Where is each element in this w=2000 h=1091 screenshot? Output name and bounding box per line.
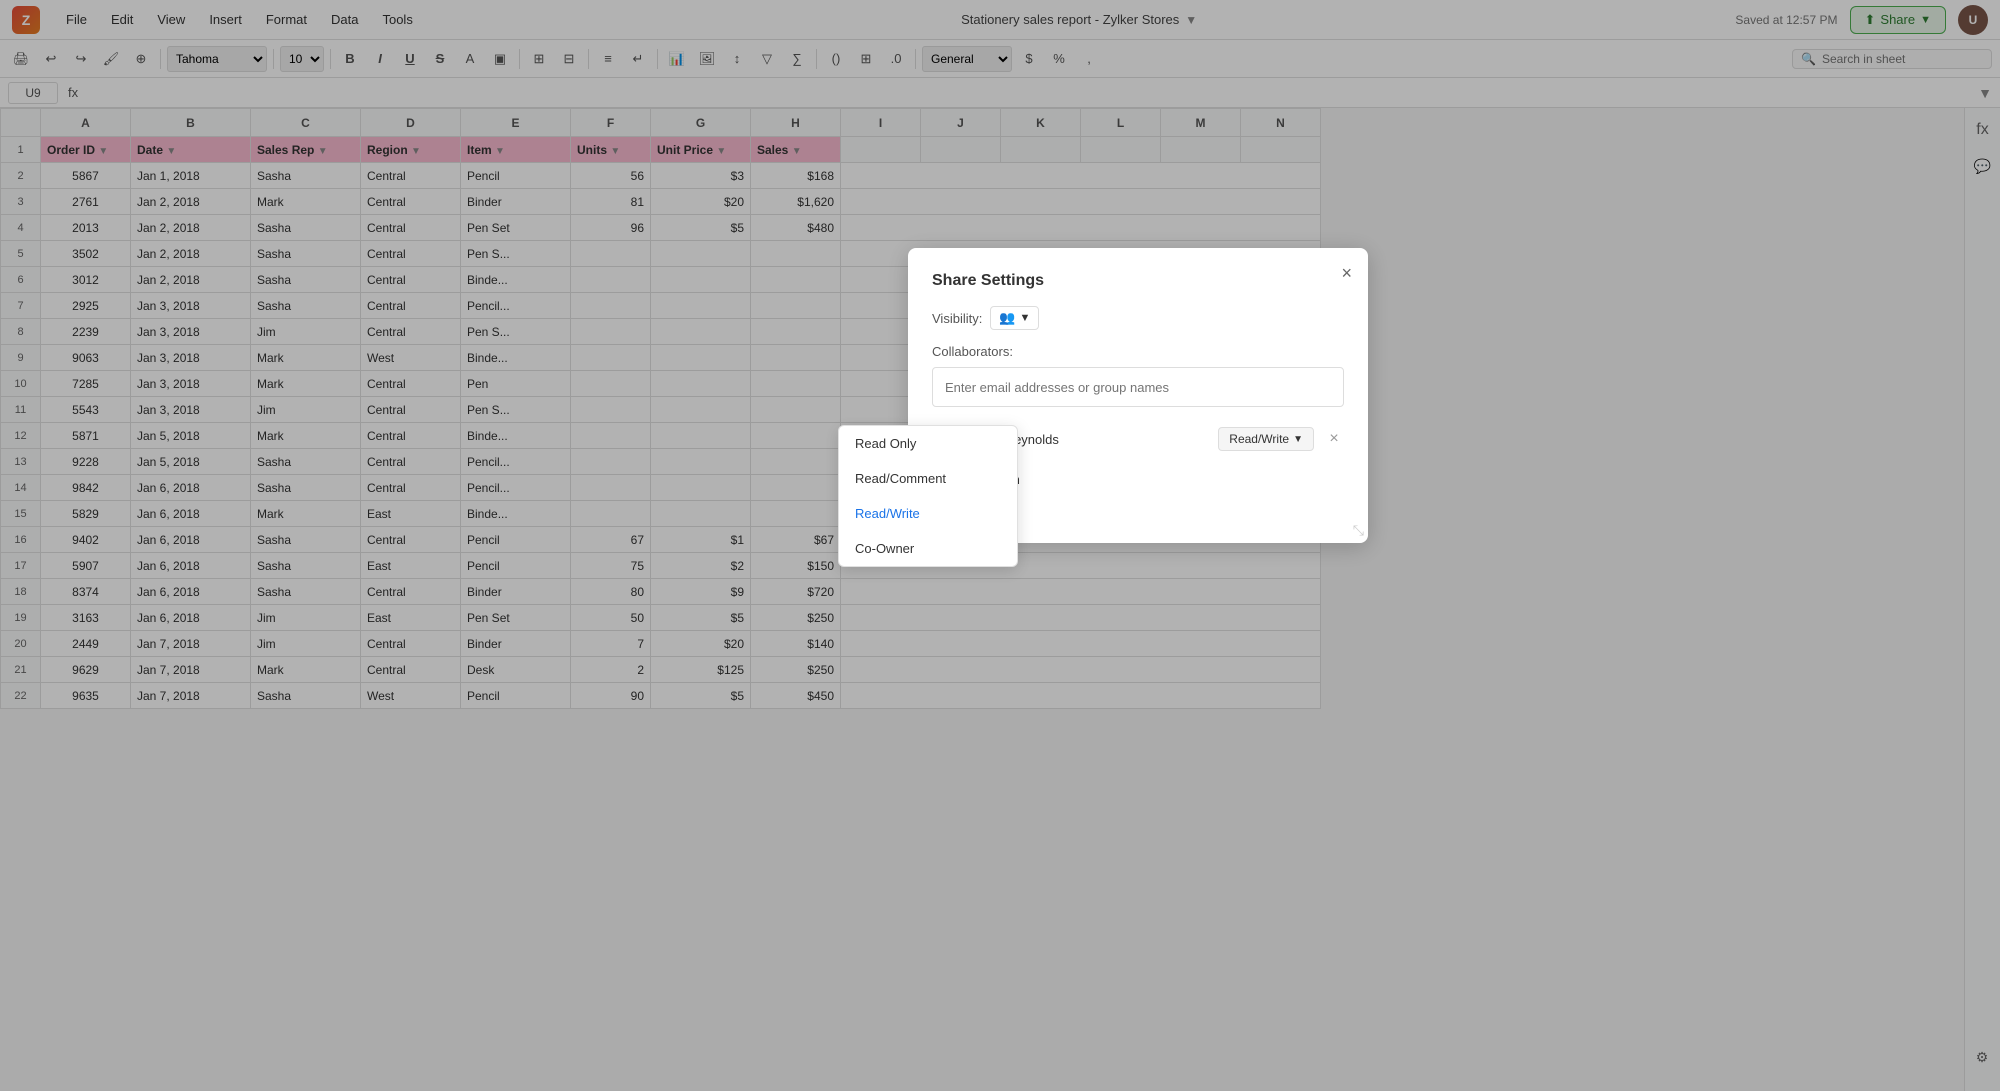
- email-input[interactable]: [932, 367, 1344, 407]
- dropdown-item-co-owner[interactable]: Co-Owner: [839, 531, 1017, 566]
- visibility-dropdown-btn[interactable]: 👥 ▼: [990, 306, 1039, 330]
- collaborators-label: Collaborators:: [932, 344, 1344, 359]
- visibility-label: Visibility:: [932, 311, 982, 326]
- permission-chevron-icon-carla: ▼: [1293, 434, 1303, 445]
- collaborator-name-ming: Ming Yin: [970, 472, 1344, 487]
- modal-close-button[interactable]: ×: [1341, 264, 1352, 282]
- modal-overlay: Share Settings × Visibility: 👥 ▼ Collabo…: [0, 0, 2000, 1091]
- remove-collaborator-carla[interactable]: ×: [1324, 429, 1344, 449]
- visibility-row: Visibility: 👥 ▼: [932, 306, 1344, 330]
- permission-dropdown-btn-carla[interactable]: Read/Write ▼: [1218, 427, 1314, 451]
- chevron-down-icon: ▼: [1020, 312, 1031, 324]
- visibility-icon: 👥: [999, 310, 1015, 326]
- dropdown-item-read-comment[interactable]: Read/Comment: [839, 461, 1017, 496]
- permission-label-carla: Read/Write: [1229, 432, 1289, 446]
- permission-dropdown-menu: Read Only Read/Comment Read/Write Co-Own…: [838, 425, 1018, 567]
- resize-handle[interactable]: ⤡: [1353, 522, 1364, 539]
- dropdown-item-read-only[interactable]: Read Only: [839, 426, 1017, 461]
- modal-title: Share Settings: [932, 272, 1344, 290]
- dropdown-item-read-write[interactable]: Read/Write: [839, 496, 1017, 531]
